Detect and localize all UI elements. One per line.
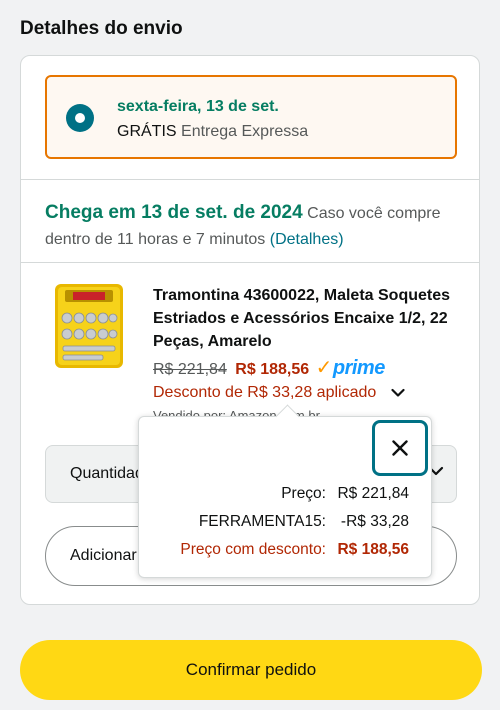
- product-image[interactable]: [51, 282, 127, 370]
- price-label: Preço:: [281, 485, 326, 502]
- discount-text: Desconto de R$ 33,28 aplicado: [153, 384, 377, 401]
- free-label: GRÁTIS: [117, 123, 177, 140]
- shipping-type: GRÁTIS Entrega Expressa: [117, 123, 308, 141]
- discount-popover: Preço: R$ 221,84 FERRAMENTA15: -R$ 33,28…: [138, 404, 432, 578]
- coupon-value: -R$ 33,28: [340, 513, 409, 530]
- new-price: R$ 188,56: [235, 361, 310, 378]
- shipping-type-label: Entrega Expressa: [181, 123, 309, 140]
- confirm-order-button[interactable]: Confirmar pedido: [20, 640, 482, 700]
- radio-selected-icon[interactable]: [66, 104, 94, 132]
- discount-applied-toggle[interactable]: Desconto de R$ 33,28 aplicado: [153, 384, 405, 402]
- prime-badge: ✓prime: [315, 357, 386, 379]
- prime-check-icon: ✓: [315, 357, 333, 379]
- price-row: R$ 221,84 R$ 188,56 ✓prime: [153, 355, 385, 380]
- discounted-price-label: Preço com desconto:: [180, 541, 326, 558]
- old-price: R$ 221,84: [153, 361, 227, 378]
- close-button[interactable]: [372, 420, 428, 476]
- divider: [21, 179, 479, 180]
- product-title[interactable]: Tramontina 43600022, Maleta Soquetes Est…: [153, 284, 453, 353]
- divider: [21, 262, 479, 263]
- price-value: R$ 221,84: [337, 485, 409, 502]
- discounted-price-value: R$ 188,56: [337, 541, 409, 558]
- section-title: Detalhes do envio: [20, 18, 183, 39]
- close-icon: [392, 440, 408, 456]
- add-button-label: Adicionar: [70, 547, 137, 564]
- arrival-info: Chega em 13 de set. de 2024 Caso você co…: [45, 200, 457, 253]
- coupon-label: FERRAMENTA15:: [198, 513, 326, 530]
- shipping-date: sexta-feira, 13 de set.: [117, 98, 279, 115]
- shipping-option-selected[interactable]: sexta-feira, 13 de set. GRÁTIS Entrega E…: [45, 75, 457, 159]
- chevron-down-icon: [391, 388, 405, 397]
- details-link[interactable]: (Detalhes): [270, 231, 344, 248]
- arrival-headline: Chega em 13 de set. de 2024: [45, 202, 303, 223]
